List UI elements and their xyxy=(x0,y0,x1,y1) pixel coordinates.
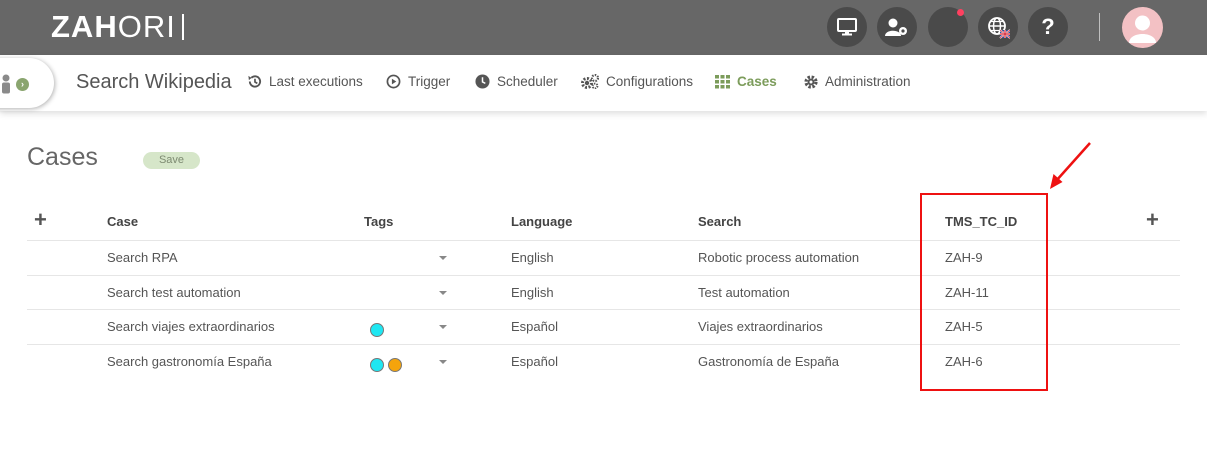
search-cell[interactable]: Test automation xyxy=(698,285,790,300)
tags-dropdown-icon[interactable] xyxy=(439,325,447,329)
user-gear-icon xyxy=(885,18,907,36)
nav-administration[interactable]: Administration xyxy=(804,74,911,89)
logo-bold: ZAH xyxy=(51,9,118,44)
project-title: Search Wikipedia xyxy=(76,71,232,93)
tags-dropdown-icon[interactable] xyxy=(439,291,447,295)
tags-dropdown-icon[interactable] xyxy=(439,256,447,260)
help-button[interactable]: ? xyxy=(1028,7,1068,47)
user-settings-button[interactable] xyxy=(877,7,917,47)
user-avatar-icon xyxy=(1129,15,1156,43)
chevron-right-icon: › xyxy=(16,78,29,91)
search-cell[interactable]: Viajes extraordinarios xyxy=(698,319,823,334)
column-header-tags: Tags xyxy=(364,214,394,229)
page-title: Cases xyxy=(27,143,98,171)
topbar-divider xyxy=(1099,13,1100,41)
case-name-cell[interactable]: Search test automation xyxy=(107,285,241,300)
clock-icon xyxy=(475,74,490,89)
nav-label: Configurations xyxy=(606,74,694,89)
nav-last-executions[interactable]: Last executions xyxy=(247,74,363,89)
nav-label: Administration xyxy=(825,74,911,89)
notifications-button[interactable] xyxy=(928,7,968,47)
tag-color-dot[interactable] xyxy=(370,323,384,337)
language-button[interactable] xyxy=(978,7,1018,47)
language-cell[interactable]: Español xyxy=(511,354,558,369)
tag-color-dot[interactable] xyxy=(388,358,402,372)
save-button[interactable]: Save xyxy=(143,152,200,169)
case-name-cell[interactable]: Search RPA xyxy=(107,250,178,265)
search-cell[interactable]: Robotic process automation xyxy=(698,250,859,265)
nav-cases[interactable]: Cases xyxy=(715,74,777,89)
column-header-search: Search xyxy=(698,214,742,229)
cogs-icon xyxy=(581,74,599,89)
column-header-language: Language xyxy=(511,214,573,229)
tag-color-dot[interactable] xyxy=(370,358,384,372)
language-cell[interactable]: English xyxy=(511,250,554,265)
play-circle-icon xyxy=(386,74,401,89)
monitor-icon xyxy=(837,18,857,36)
tags-dropdown-icon[interactable] xyxy=(439,360,447,364)
project-nav: › Search Wikipedia Last executions Trigg… xyxy=(0,55,1207,111)
gear-icon xyxy=(804,74,818,89)
history-icon xyxy=(248,75,261,88)
globe-language-icon xyxy=(988,17,1010,39)
nav-configurations[interactable]: Configurations xyxy=(581,74,693,89)
help-icon: ? xyxy=(1041,14,1055,39)
person-icon xyxy=(2,74,10,94)
zahori-logo[interactable]: ZAH ORI xyxy=(51,9,184,45)
sidebar-toggle[interactable]: › xyxy=(0,58,54,108)
add-row-button[interactable]: + xyxy=(34,209,47,231)
nav-scheduler[interactable]: Scheduler xyxy=(475,74,558,89)
nav-label: Last executions xyxy=(269,74,363,89)
nav-trigger[interactable]: Trigger xyxy=(386,74,450,89)
highlight-box xyxy=(920,193,1048,391)
logo-bar xyxy=(181,14,184,40)
case-name-cell[interactable]: Search viajes extraordinarios xyxy=(107,319,275,334)
nav-label: Scheduler xyxy=(497,74,558,89)
logo-thin: ORI xyxy=(117,9,176,44)
nav-label: Cases xyxy=(737,74,777,89)
add-column-button[interactable]: + xyxy=(1146,209,1159,231)
monitor-button[interactable] xyxy=(827,7,867,47)
search-cell[interactable]: Gastronomía de España xyxy=(698,354,839,369)
annotation-arrow-icon xyxy=(1050,142,1091,189)
column-header-case: Case xyxy=(107,214,139,229)
case-name-cell[interactable]: Search gastronomía España xyxy=(107,354,272,369)
nav-label: Trigger xyxy=(408,74,451,89)
grid-icon xyxy=(715,74,730,88)
language-cell[interactable]: Español xyxy=(511,319,558,334)
notification-badge xyxy=(957,9,964,16)
user-avatar[interactable] xyxy=(1122,7,1163,48)
top-bar: ZAH ORI ? xyxy=(0,0,1207,55)
language-cell[interactable]: English xyxy=(511,285,554,300)
